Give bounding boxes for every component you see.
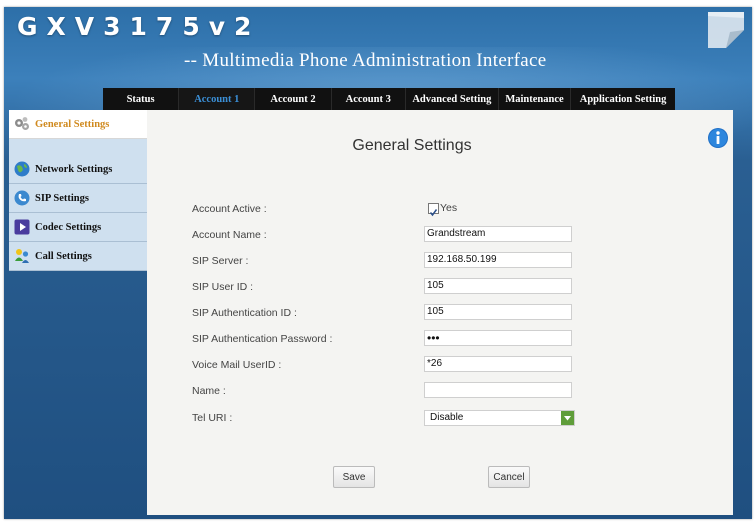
- sidebar-item-codec-settings[interactable]: Codec Settings: [9, 213, 152, 242]
- tab-account-2[interactable]: Account 2: [255, 88, 332, 110]
- sidebar-item-sip-settings[interactable]: SIP Settings: [9, 184, 152, 213]
- media-icon: [14, 219, 30, 235]
- tab-application-setting[interactable]: Application Setting: [571, 88, 675, 110]
- sidebar-item-label: Codec Settings: [35, 221, 102, 233]
- account-active-label: Account Active :: [192, 203, 267, 215]
- sidebar-item-label: SIP Settings: [35, 192, 89, 204]
- app-frame: GXV3175v2 -- Multimedia Phone Administra…: [4, 7, 752, 519]
- sidebar-item-call-settings[interactable]: Call Settings: [9, 242, 152, 271]
- page-title: General Settings: [352, 137, 472, 154]
- sidebar-item-label: Network Settings: [35, 163, 113, 175]
- sip-auth-id-label: SIP Authentication ID :: [192, 307, 297, 319]
- page-curl-icon: [708, 12, 744, 48]
- sip-user-id-input[interactable]: 105: [424, 278, 572, 294]
- save-button[interactable]: Save: [333, 466, 375, 488]
- sip-auth-password-label: SIP Authentication Password :: [192, 333, 333, 345]
- sidebar-item-label: Call Settings: [35, 250, 92, 262]
- sip-server-label: SIP Server :: [192, 255, 249, 267]
- info-icon[interactable]: [707, 127, 729, 149]
- name-label: Name :: [192, 385, 226, 397]
- sidebar-spacer: [9, 139, 152, 155]
- account-active-checkbox[interactable]: [428, 203, 439, 217]
- gears-icon: [15, 117, 29, 130]
- voicemail-userid-input[interactable]: *26: [424, 356, 572, 372]
- tel-uri-label: Tel URI :: [192, 412, 233, 424]
- tab-account-1[interactable]: Account 1: [179, 88, 256, 110]
- voicemail-userid-label: Voice Mail UserID :: [192, 359, 282, 371]
- sidebar: General Settings Network Settings SIP Se…: [9, 110, 152, 271]
- sip-user-id-label: SIP User ID :: [192, 281, 254, 293]
- main-navigation: Status Account 1 Account 2 Account 3 Adv…: [103, 88, 675, 110]
- name-input[interactable]: [424, 382, 572, 398]
- phone-icon: [14, 190, 30, 206]
- account-name-label: Account Name :: [192, 229, 267, 241]
- settings-panel: General Settings Account Active : Yes Ac…: [147, 110, 733, 515]
- tel-uri-select[interactable]: Disable: [424, 410, 575, 426]
- sip-server-input[interactable]: 192.168.50.199: [424, 252, 572, 268]
- sidebar-item-general-settings[interactable]: General Settings: [9, 110, 152, 139]
- account-name-input[interactable]: Grandstream: [424, 226, 572, 242]
- tab-status[interactable]: Status: [103, 88, 180, 110]
- sip-auth-password-input[interactable]: •••: [424, 330, 572, 346]
- brand-title: GXV3175v2: [17, 12, 261, 41]
- page-subtitle: -- Multimedia Phone Administration Inter…: [184, 50, 547, 71]
- dropdown-arrow-icon[interactable]: [561, 411, 574, 425]
- users-icon: [15, 249, 29, 263]
- sip-auth-id-input[interactable]: 105: [424, 304, 572, 320]
- sidebar-item-network-settings[interactable]: Network Settings: [9, 155, 152, 184]
- account-active-yes-label: Yes: [440, 202, 458, 214]
- checkmark-icon: [429, 209, 438, 217]
- tel-uri-selected-value: Disable: [430, 412, 464, 423]
- tab-advanced-setting[interactable]: Advanced Setting: [406, 88, 499, 110]
- tab-maintenance[interactable]: Maintenance: [499, 88, 572, 110]
- globe-icon: [14, 161, 30, 177]
- sidebar-item-label: General Settings: [35, 118, 110, 130]
- cancel-button[interactable]: Cancel: [488, 466, 530, 488]
- tab-account-3[interactable]: Account 3: [332, 88, 406, 110]
